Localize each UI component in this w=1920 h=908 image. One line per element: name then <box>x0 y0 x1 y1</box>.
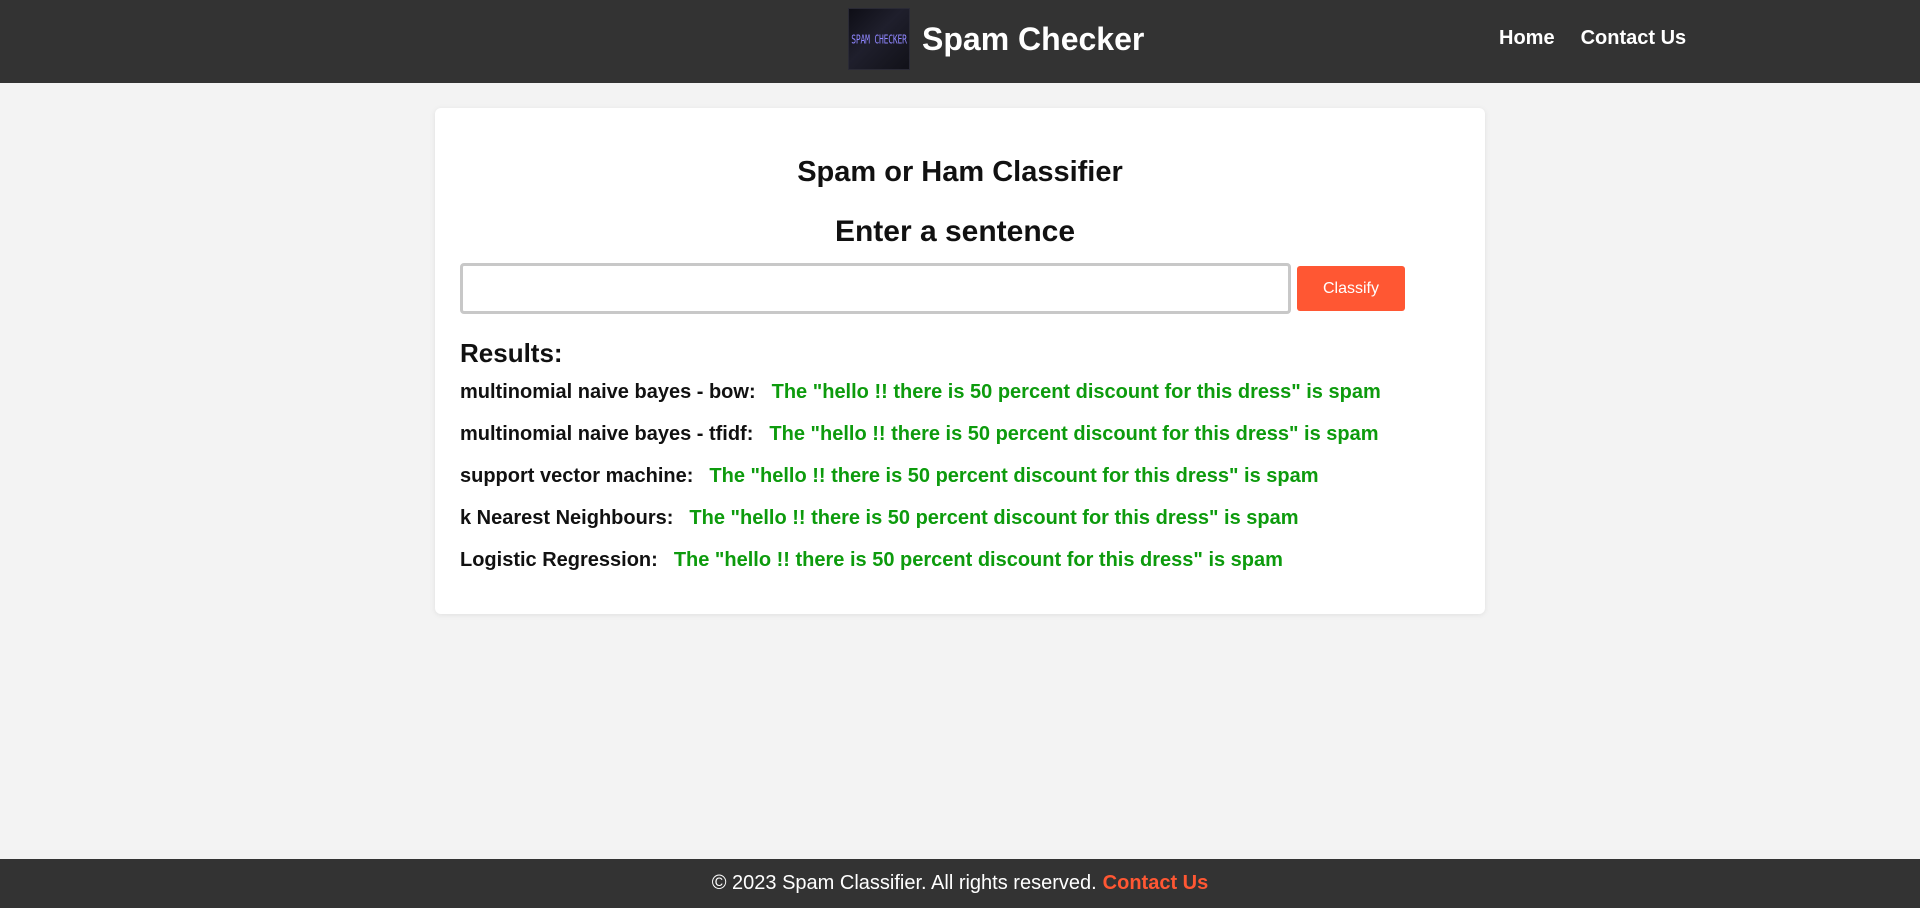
nav-home-link[interactable]: Home <box>1499 27 1555 50</box>
model-name: multinomial naive bayes - tfidf: <box>460 423 754 445</box>
top-nav-bar: SPAM CHECKER Spam Checker Home Contact U… <box>0 0 1920 83</box>
result-row: multinomial naive bayes - bow: The "hello… <box>460 381 1381 423</box>
classification-result: The "hello !! there is 50 percent discou… <box>673 549 1283 571</box>
copyright-text: © 2023 Spam Classifier. All rights reser… <box>711 872 1097 894</box>
logo-text: SPAM CHECKER <box>851 31 907 47</box>
sentence-input[interactable] <box>460 263 1291 314</box>
classifier-title: Spam or Ham Classifier <box>797 156 1123 188</box>
result-row: Logistic Regression: The "hello !! there … <box>460 549 1381 591</box>
main-nav: Home Contact Us <box>1499 0 1686 76</box>
classification-result: The "hello !! there is 50 percent discou… <box>689 507 1299 529</box>
classifier-card: Spam or Ham Classifier Enter a sentence … <box>435 108 1485 614</box>
results-list: multinomial naive bayes - bow: The "hello… <box>460 381 1381 591</box>
brand: SPAM CHECKER Spam Checker <box>848 8 1144 70</box>
results-heading: Results: <box>460 338 563 368</box>
site-title: Spam Checker <box>922 21 1145 57</box>
logo-image: SPAM CHECKER <box>848 8 910 70</box>
model-name: Logistic Regression: <box>460 549 658 571</box>
classify-button[interactable]: Classify <box>1297 266 1405 311</box>
result-row: k Nearest Neighbours: The "hello !! there… <box>460 507 1381 549</box>
classification-result: The "hello !! there is 50 percent discou… <box>709 465 1319 487</box>
page-footer: © 2023 Spam Classifier. All rights reser… <box>0 859 1920 908</box>
input-prompt: Enter a sentence <box>834 215 1076 248</box>
result-row: support vector machine: The "hello !! the… <box>460 465 1381 507</box>
classification-result: The "hello !! there is 50 percent discou… <box>769 423 1379 445</box>
result-row: multinomial naive bayes - tfidf: The "hel… <box>460 423 1381 465</box>
footer-contact-link[interactable]: Contact Us <box>1103 872 1209 895</box>
nav-contact-link[interactable]: Contact Us <box>1581 27 1687 50</box>
model-name: multinomial naive bayes - bow: <box>460 381 756 403</box>
classification-result: The "hello !! there is 50 percent discou… <box>771 381 1381 403</box>
model-name: support vector machine: <box>460 465 694 487</box>
model-name: k Nearest Neighbours: <box>460 507 674 529</box>
